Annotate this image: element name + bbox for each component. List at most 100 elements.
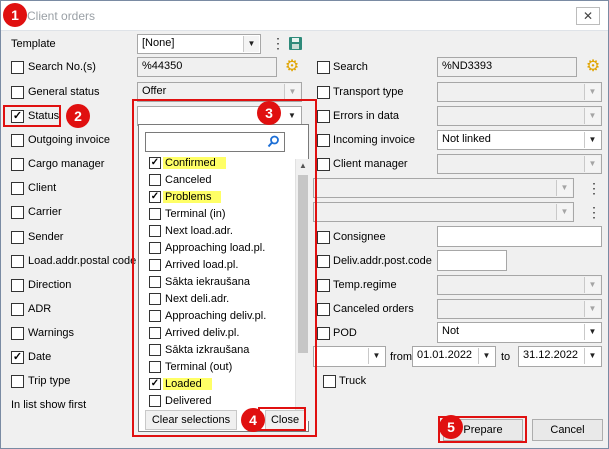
cancel-button[interactable]: Cancel bbox=[532, 419, 603, 441]
consignee-input[interactable] bbox=[437, 226, 602, 247]
status-item-checkbox[interactable] bbox=[149, 327, 161, 339]
incoming-invoice-select[interactable]: Not linked ▼ bbox=[437, 130, 602, 150]
status-item-checkbox[interactable] bbox=[149, 259, 161, 271]
adr-checkbox[interactable] bbox=[11, 303, 24, 316]
more-vert-icon[interactable]: ⋮ bbox=[587, 181, 601, 195]
incoming-invoice-checkbox[interactable] bbox=[317, 134, 330, 147]
close-icon[interactable]: ✕ bbox=[576, 7, 600, 25]
date-checkbox[interactable]: ✓ bbox=[11, 351, 24, 364]
status-item-checkbox[interactable] bbox=[149, 225, 161, 237]
search-input[interactable]: %ND3393 bbox=[437, 57, 577, 77]
status-list-item[interactable]: ✓ Loaded bbox=[149, 376, 299, 393]
status-list-item[interactable]: Next load.adr. bbox=[149, 223, 299, 240]
status-list-item[interactable]: Sākta izkraušana bbox=[149, 342, 299, 359]
step-badge-4: 4 bbox=[241, 408, 265, 432]
truck-label: Truck bbox=[339, 375, 367, 387]
client-checkbox[interactable] bbox=[11, 182, 24, 195]
status-list-item[interactable]: Arrived load.pl. bbox=[149, 257, 299, 274]
date-from-picker[interactable]: 01.01.2022 ▼ bbox=[412, 346, 496, 367]
status-item-label: Confirmed bbox=[163, 157, 226, 169]
canceled-orders-select[interactable]: ▼ bbox=[437, 299, 602, 319]
clear-selections-button[interactable]: Clear selections bbox=[145, 410, 237, 430]
status-item-checkbox[interactable] bbox=[149, 310, 161, 322]
chevron-down-icon: ▼ bbox=[584, 108, 600, 124]
pod-value: Not bbox=[442, 325, 460, 337]
status-list-item[interactable]: Canceled bbox=[149, 172, 299, 189]
transport-type-select[interactable]: ▼ bbox=[437, 82, 602, 102]
status-list-item[interactable]: Approaching deliv.pl. bbox=[149, 308, 299, 325]
search-icon[interactable] bbox=[267, 135, 280, 148]
client-manager-checkbox[interactable] bbox=[317, 158, 330, 171]
date-mode-select[interactable]: ▼ bbox=[313, 346, 386, 367]
carrier-select[interactable]: ▼ bbox=[313, 202, 574, 222]
template-select[interactable]: [None] ▼ bbox=[137, 34, 261, 54]
status-item-checkbox[interactable] bbox=[149, 361, 161, 373]
save-icon[interactable] bbox=[288, 36, 303, 51]
status-list-item[interactable]: Arrived deliv.pl. bbox=[149, 325, 299, 342]
canceled-orders-label: Canceled orders bbox=[333, 303, 414, 315]
consignee-checkbox[interactable] bbox=[317, 231, 330, 244]
status-item-checkbox[interactable] bbox=[149, 293, 161, 305]
list-show-first-label: In list show first bbox=[11, 399, 87, 411]
errors-in-data-select[interactable]: ▼ bbox=[437, 106, 602, 126]
errors-in-data-label: Errors in data bbox=[333, 110, 400, 122]
load-addr-checkbox[interactable] bbox=[11, 255, 24, 268]
deliv-addr-checkbox[interactable] bbox=[317, 255, 330, 268]
outgoing-invoice-checkbox[interactable] bbox=[11, 134, 24, 147]
search-no-input[interactable]: %44350 bbox=[137, 57, 277, 77]
status-list-item[interactable]: ✓ Problems bbox=[149, 189, 299, 206]
gear-icon[interactable]: ⚙ bbox=[584, 58, 602, 76]
scroll-thumb[interactable] bbox=[298, 175, 308, 353]
status-item-checkbox[interactable] bbox=[149, 174, 161, 186]
status-item-checkbox[interactable]: ✓ bbox=[149, 157, 161, 169]
status-list-item[interactable]: Next deli.adr. bbox=[149, 291, 299, 308]
general-status-checkbox[interactable] bbox=[11, 86, 24, 99]
title-bar: Client orders ✕ bbox=[1, 1, 608, 31]
search-checkbox[interactable] bbox=[317, 61, 330, 74]
status-item-checkbox[interactable] bbox=[149, 344, 161, 356]
canceled-orders-checkbox[interactable] bbox=[317, 303, 330, 316]
status-item-checkbox[interactable] bbox=[149, 276, 161, 288]
pod-label: POD bbox=[333, 327, 357, 339]
direction-checkbox[interactable] bbox=[11, 279, 24, 292]
warnings-checkbox[interactable] bbox=[11, 327, 24, 340]
more-vert-icon[interactable]: ⋮ bbox=[271, 36, 285, 50]
status-filter-input[interactable] bbox=[145, 132, 285, 152]
cargo-manager-checkbox[interactable] bbox=[11, 158, 24, 171]
status-list-item[interactable]: Terminal (in) bbox=[149, 206, 299, 223]
status-item-label: Terminal (out) bbox=[165, 361, 233, 373]
search-no-checkbox[interactable] bbox=[11, 61, 24, 74]
status-checkbox[interactable]: ✓ bbox=[11, 110, 24, 123]
status-list-item[interactable]: Approaching load.pl. bbox=[149, 240, 299, 257]
temp-regime-checkbox[interactable] bbox=[317, 279, 330, 292]
sender-checkbox[interactable] bbox=[11, 231, 24, 244]
status-list-item[interactable]: Sākta iekraušana bbox=[149, 274, 299, 291]
scroll-up-icon[interactable]: ▲ bbox=[296, 159, 310, 173]
status-item-checkbox[interactable]: ✓ bbox=[149, 191, 161, 203]
temp-regime-select[interactable]: ▼ bbox=[437, 275, 602, 295]
truck-checkbox[interactable] bbox=[323, 375, 336, 388]
status-list-scrollbar[interactable]: ▲ ▼ bbox=[295, 159, 309, 421]
status-item-checkbox[interactable] bbox=[149, 208, 161, 220]
carrier-checkbox[interactable] bbox=[11, 206, 24, 219]
transport-type-checkbox[interactable] bbox=[317, 86, 330, 99]
gear-icon[interactable]: ⚙ bbox=[283, 58, 301, 76]
status-label: Status bbox=[28, 110, 60, 122]
transport-type-label: Transport type bbox=[333, 86, 404, 98]
status-item-checkbox[interactable] bbox=[149, 242, 161, 254]
status-list-item[interactable]: Terminal (out) bbox=[149, 359, 299, 376]
errors-in-data-checkbox[interactable] bbox=[317, 110, 330, 123]
outgoing-invoice-label: Outgoing invoice bbox=[28, 134, 110, 146]
client-select[interactable]: ▼ bbox=[313, 178, 574, 198]
pod-checkbox[interactable] bbox=[317, 327, 330, 340]
client-manager-select[interactable]: ▼ bbox=[437, 154, 602, 174]
chevron-down-icon: ▼ bbox=[556, 204, 572, 220]
status-item-checkbox[interactable] bbox=[149, 395, 161, 407]
status-item-checkbox[interactable]: ✓ bbox=[149, 378, 161, 390]
deliv-addr-input[interactable] bbox=[437, 250, 507, 271]
date-to-picker[interactable]: 31.12.2022 ▼ bbox=[518, 346, 602, 367]
pod-select[interactable]: Not ▼ bbox=[437, 322, 602, 343]
status-list-item[interactable]: ✓ Confirmed bbox=[149, 155, 299, 172]
trip-type-checkbox[interactable] bbox=[11, 375, 24, 388]
more-vert-icon[interactable]: ⋮ bbox=[587, 205, 601, 219]
